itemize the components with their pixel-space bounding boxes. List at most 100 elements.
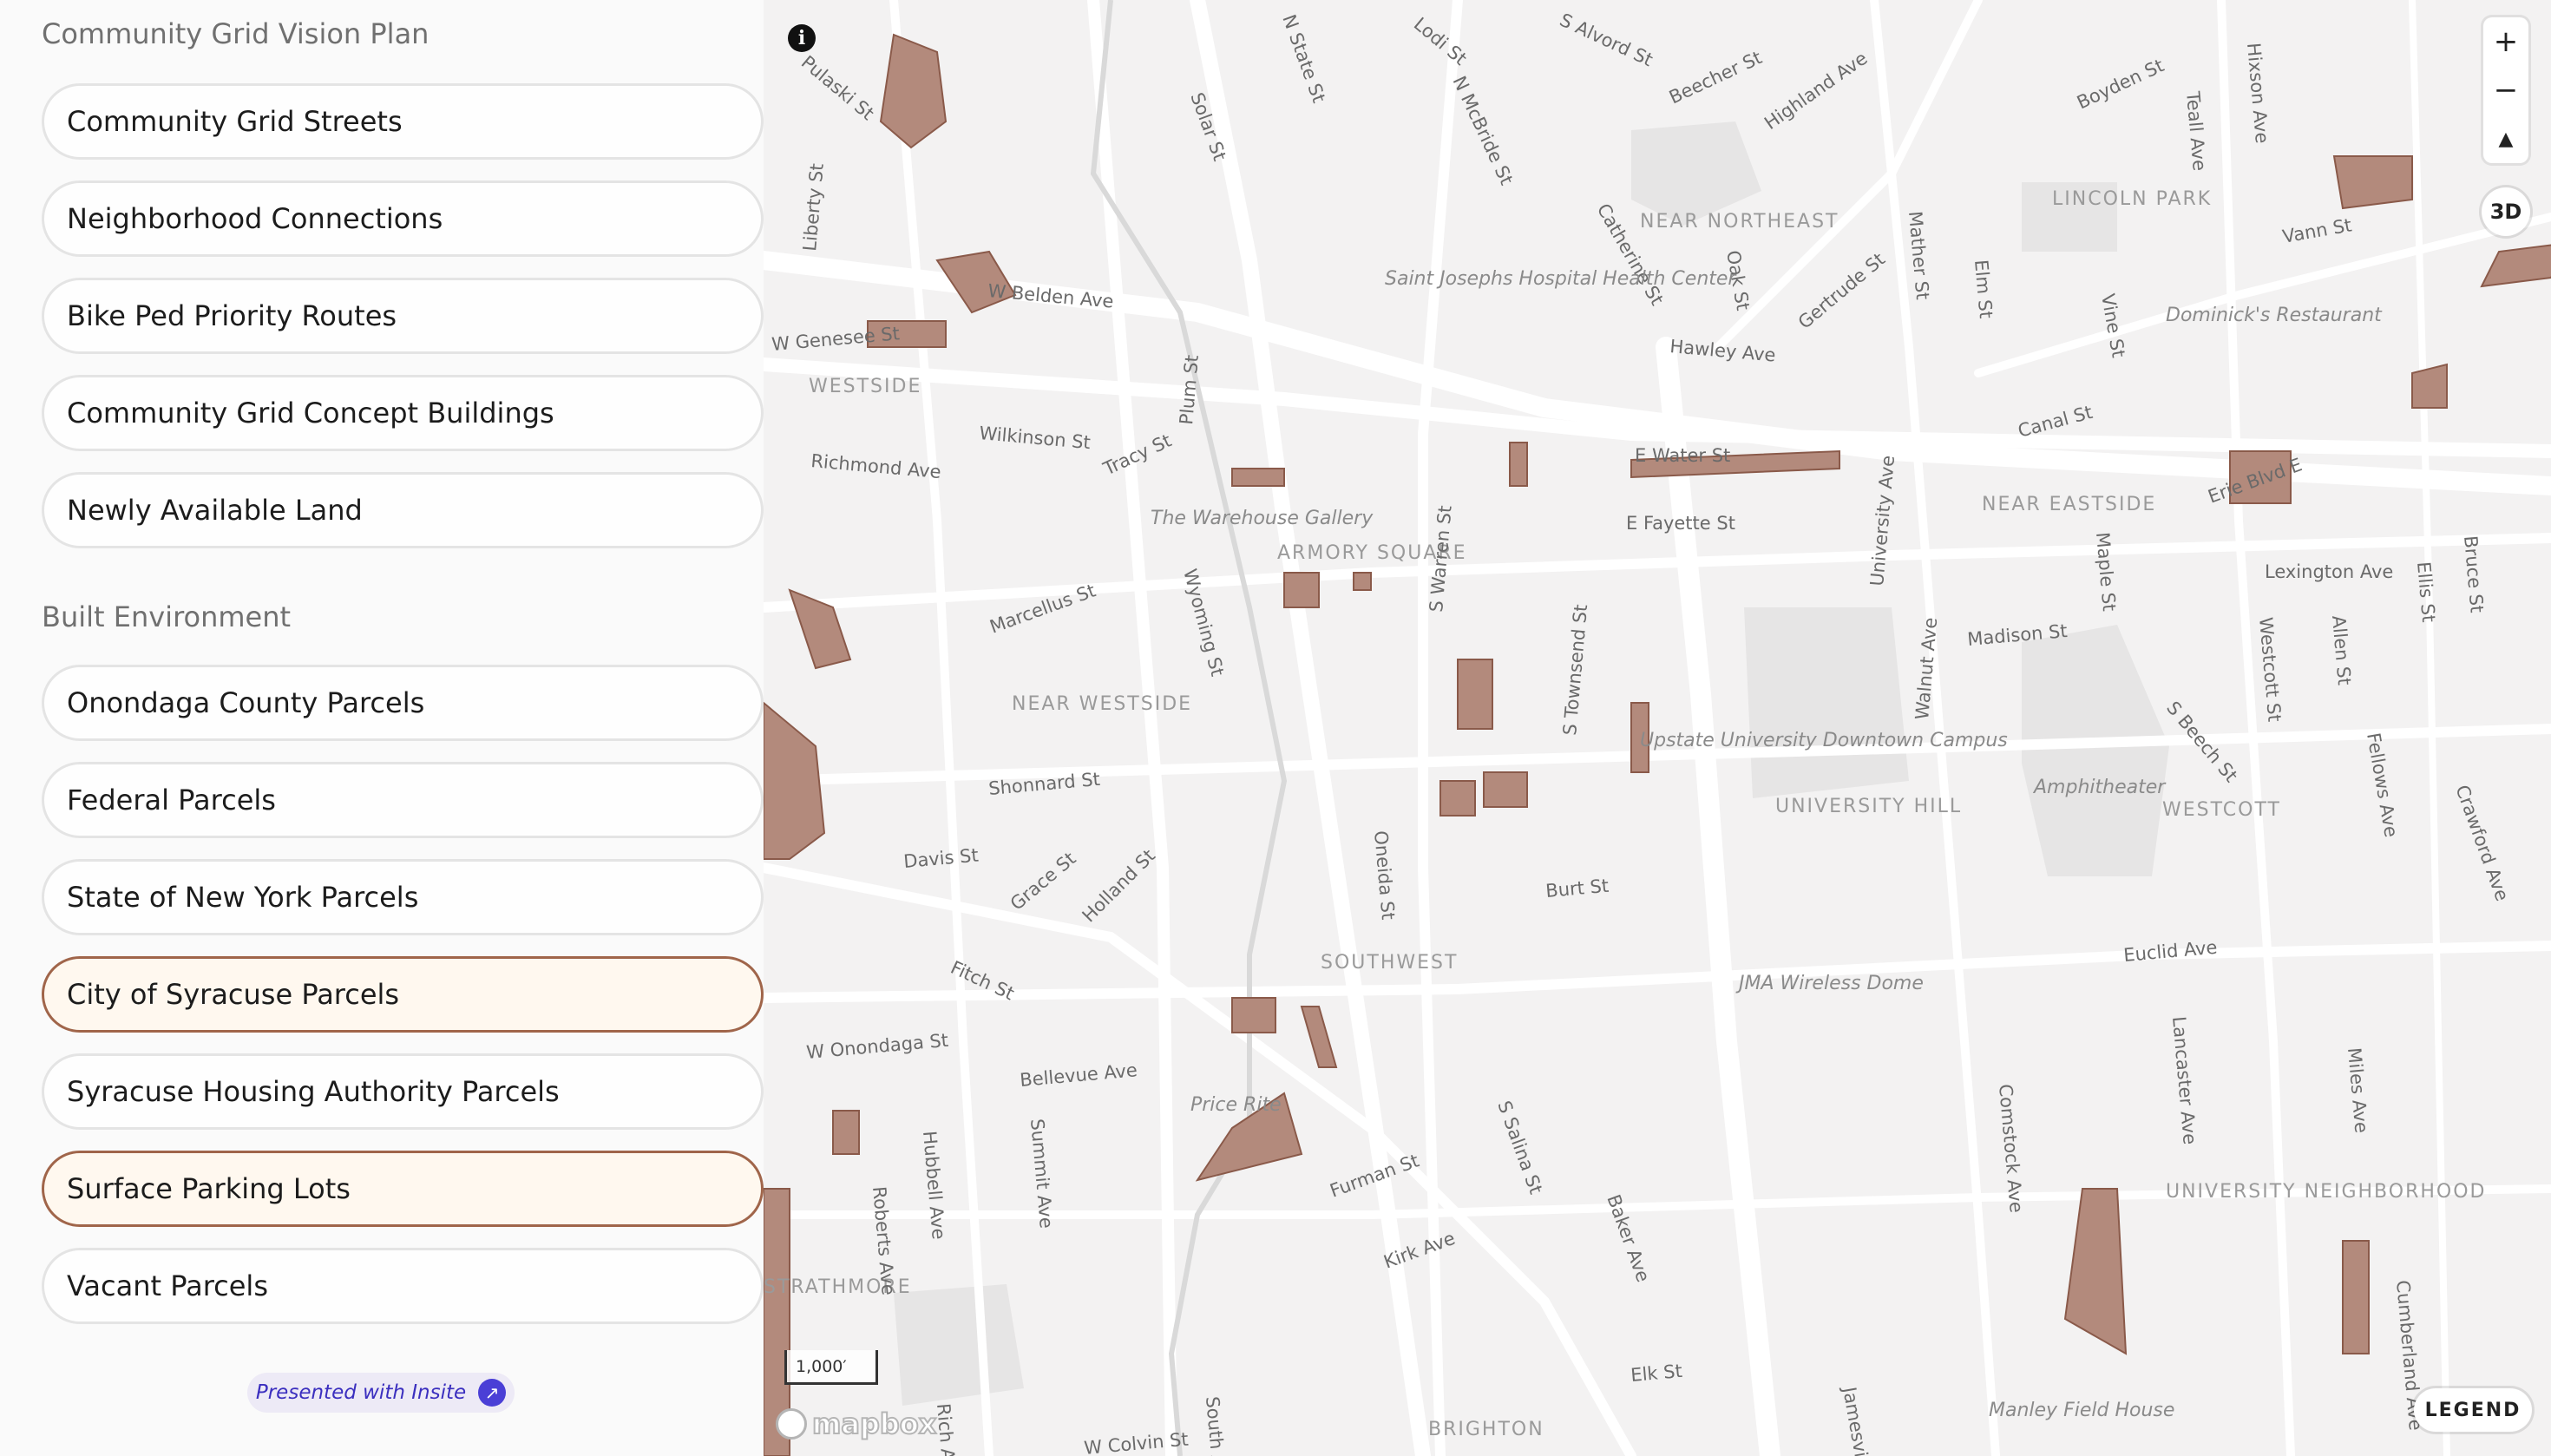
layer-toggle-newly-available-land[interactable]: Newly Available Land <box>42 472 764 548</box>
svg-text:NEAR WESTSIDE: NEAR WESTSIDE <box>1012 693 1192 715</box>
layer-label: Federal Parcels <box>67 784 276 817</box>
zoom-out-button[interactable]: − <box>2483 66 2528 115</box>
scale-bar: 1,000′ <box>784 1350 878 1385</box>
svg-text:UNIVERSITY HILL: UNIVERSITY HILL <box>1775 796 1962 817</box>
svg-text:NEAR EASTSIDE: NEAR EASTSIDE <box>1982 494 2156 515</box>
svg-text:Burt St: Burt St <box>1544 876 1610 902</box>
mapbox-attribution: mapbox <box>811 1407 937 1441</box>
svg-text:SOUTHWEST: SOUTHWEST <box>1321 952 1458 974</box>
svg-text:Dominick's Restaurant: Dominick's Restaurant <box>2166 305 2383 326</box>
svg-text:Euclid Ave: Euclid Ave <box>2122 937 2218 966</box>
legend-button[interactable]: LEGEND <box>2414 1388 2532 1432</box>
layer-toggle-neighborhood-connections[interactable]: Neighborhood Connections <box>42 180 764 257</box>
layer-toggle-community-grid-streets[interactable]: Community Grid Streets <box>42 83 764 160</box>
svg-text:Bellevue Ave: Bellevue Ave <box>1019 1059 1138 1091</box>
svg-text:Oneida St: Oneida St <box>1370 830 1399 921</box>
layer-label: Community Grid Concept Buildings <box>67 397 554 430</box>
info-icon[interactable]: i <box>788 24 816 52</box>
zoom-in-button[interactable]: + <box>2483 17 2528 66</box>
svg-text:Jamesville Ave: Jamesville Ave <box>1839 1384 1882 1456</box>
svg-text:Hixson Ave: Hixson Ave <box>2243 42 2272 144</box>
svg-text:University Ave: University Ave <box>1866 455 1898 587</box>
svg-text:Holland St: Holland St <box>1079 845 1159 926</box>
layer-toggle-syracuse-housing-authority-parcels[interactable]: Syracuse Housing Authority Parcels <box>42 1053 764 1130</box>
svg-text:LINCOLN PARK: LINCOLN PARK <box>2052 188 2212 210</box>
svg-text:Upstate University Downtown Ca: Upstate University Downtown Campus <box>1640 730 2008 751</box>
layer-label: Surface Parking Lots <box>67 1172 351 1205</box>
layer-label: Bike Ped Priority Routes <box>67 299 397 332</box>
svg-text:WESTSIDE: WESTSIDE <box>809 376 921 397</box>
svg-text:N McBride St: N McBride St <box>1448 73 1517 188</box>
svg-text:Allen St: Allen St <box>2328 614 2355 685</box>
svg-text:Price Rite: Price Rite <box>1190 1094 1282 1116</box>
svg-text:UNIVERSITY NEIGHBORHOOD: UNIVERSITY NEIGHBORHOOD <box>2166 1181 2486 1203</box>
svg-text:Grace St: Grace St <box>1007 848 1080 915</box>
layer-sidebar: Community Grid Vision Plan Community Gri… <box>0 0 764 1456</box>
presented-with-insite-link[interactable]: Presented with Insite ↗ <box>247 1373 515 1413</box>
svg-text:Lodi St: Lodi St <box>1410 13 1471 69</box>
section-title-built: Built Environment <box>42 600 292 633</box>
map-view[interactable]: WESTSIDE NEAR NORTHEAST LINCOLN PARK ARM… <box>764 0 2551 1456</box>
svg-text:South Ave: South Ave <box>1202 1395 1230 1456</box>
layer-toggle-onondaga-county-parcels[interactable]: Onondaga County Parcels <box>42 665 764 741</box>
svg-text:Wilkinson St: Wilkinson St <box>979 423 1092 453</box>
3d-toggle-button[interactable]: 3D <box>2482 187 2530 236</box>
section-title-vision: Community Grid Vision Plan <box>42 17 430 50</box>
layer-label: Vacant Parcels <box>67 1269 268 1302</box>
svg-text:S Townsend St: S Townsend St <box>1559 604 1591 737</box>
svg-text:Manley Field House: Manley Field House <box>1989 1400 2174 1421</box>
svg-text:W Belden Ave: W Belden Ave <box>987 280 1115 312</box>
svg-text:N State St: N State St <box>1278 12 1329 106</box>
svg-text:Miles Ave: Miles Ave <box>2344 1046 2372 1134</box>
svg-text:Lancaster Ave: Lancaster Ave <box>2168 1015 2200 1145</box>
layer-toggle-state-of-new-york-parcels[interactable]: State of New York Parcels <box>42 859 764 935</box>
svg-text:Boyden St: Boyden St <box>2074 55 2167 113</box>
creek-line <box>1090 0 1288 1456</box>
svg-text:Hawley Ave: Hawley Ave <box>1669 336 1777 366</box>
svg-text:Davis St: Davis St <box>902 845 979 872</box>
presented-with-label: Presented with Insite <box>255 1381 467 1404</box>
layer-toggle-community-grid-concept-buildings[interactable]: Community Grid Concept Buildings <box>42 375 764 451</box>
svg-text:Vann St: Vann St <box>2281 214 2353 247</box>
layer-toggle-bike-ped-priority-routes[interactable]: Bike Ped Priority Routes <box>42 278 764 354</box>
mapbox-logo[interactable]: mapbox <box>776 1407 937 1441</box>
svg-text:Rich Ave: Rich Ave <box>933 1402 961 1456</box>
svg-text:Plum St: Plum St <box>1176 354 1203 425</box>
map-canvas[interactable]: WESTSIDE NEAR NORTHEAST LINCOLN PARK ARM… <box>764 0 2551 1456</box>
svg-text:Ellis St: Ellis St <box>2413 561 2439 623</box>
svg-text:Amphitheater: Amphitheater <box>2032 777 2167 798</box>
svg-text:The Warehouse Gallery: The Warehouse Gallery <box>1151 508 1374 529</box>
mapbox-logo-icon <box>776 1408 807 1440</box>
svg-text:Hubbell Ave: Hubbell Ave <box>919 1130 949 1240</box>
layer-label: Newly Available Land <box>67 494 363 527</box>
svg-text:BRIGHTON: BRIGHTON <box>1428 1419 1544 1440</box>
zoom-controls: + − ▲ <box>2483 17 2528 163</box>
layer-toggle-surface-parking-lots[interactable]: Surface Parking Lots <box>42 1151 764 1227</box>
layer-label: City of Syracuse Parcels <box>67 978 400 1011</box>
layer-label: Neighborhood Connections <box>67 202 443 235</box>
svg-text:W Onondaga St: W Onondaga St <box>805 1030 949 1063</box>
svg-text:E Fayette St: E Fayette St <box>1626 513 1735 534</box>
svg-text:NEAR NORTHEAST: NEAR NORTHEAST <box>1640 211 1839 233</box>
layer-toggle-vacant-parcels[interactable]: Vacant Parcels <box>42 1248 764 1324</box>
svg-text:Bruce St: Bruce St <box>2460 535 2488 613</box>
svg-text:JMA Wireless Dome: JMA Wireless Dome <box>1735 973 1924 994</box>
layer-label: Onondaga County Parcels <box>67 686 425 719</box>
svg-text:Crawford Ave: Crawford Ave <box>2451 783 2513 904</box>
svg-text:E Water St: E Water St <box>1635 445 1730 466</box>
layer-toggle-city-of-syracuse-parcels[interactable]: City of Syracuse Parcels <box>42 956 764 1033</box>
svg-text:Vine St: Vine St <box>2097 292 2129 359</box>
layer-label: Syracuse Housing Authority Parcels <box>67 1075 560 1108</box>
svg-text:Westcott St: Westcott St <box>2255 616 2285 722</box>
layer-toggle-federal-parcels[interactable]: Federal Parcels <box>42 762 764 838</box>
svg-text:S Salina St: S Salina St <box>1493 1099 1546 1197</box>
svg-text:Lexington Ave: Lexington Ave <box>2265 561 2393 582</box>
arrow-up-right-icon: ↗ <box>478 1379 507 1407</box>
svg-text:Fellows Ave: Fellows Ave <box>2363 731 2402 839</box>
compass-icon[interactable]: ▲ <box>2483 115 2528 163</box>
svg-text:Maple St: Maple St <box>2092 531 2120 612</box>
svg-text:Highland Ave: Highland Ave <box>1761 48 1871 134</box>
svg-text:Elk St: Elk St <box>1630 1361 1682 1386</box>
svg-text:Liberty St: Liberty St <box>799 162 828 252</box>
svg-text:W Genesee St: W Genesee St <box>771 323 900 355</box>
